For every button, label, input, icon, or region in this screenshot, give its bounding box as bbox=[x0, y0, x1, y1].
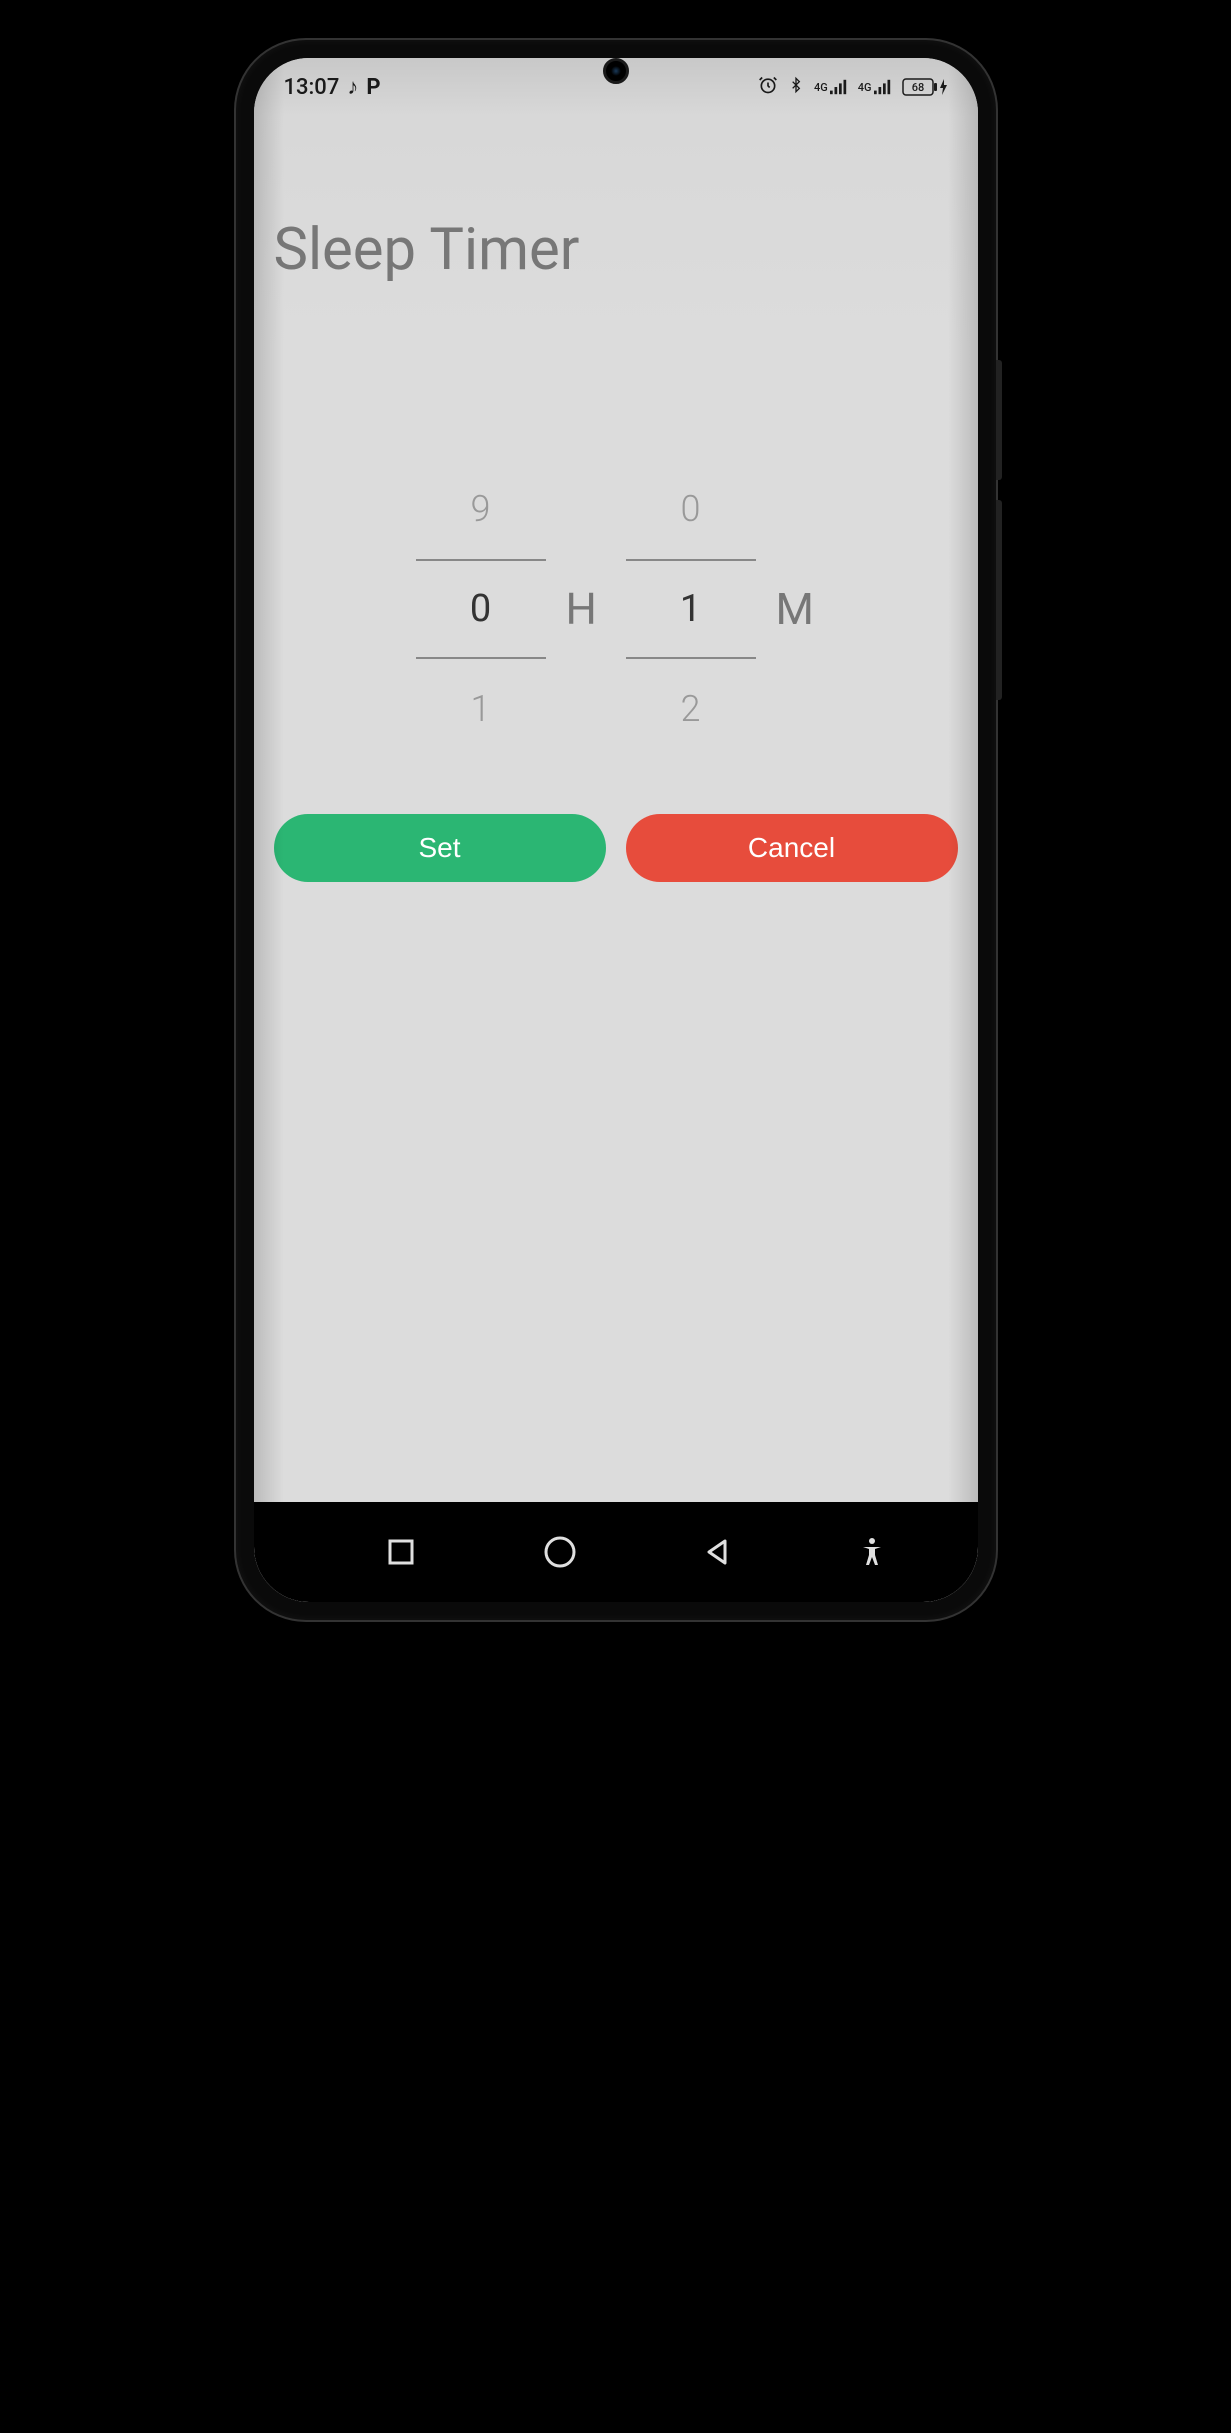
nav-accessibility-button[interactable] bbox=[859, 1537, 885, 1567]
battery-icon: 68 bbox=[902, 78, 948, 96]
nav-back-button[interactable] bbox=[703, 1537, 733, 1567]
side-button bbox=[996, 360, 1002, 480]
alarm-icon bbox=[758, 75, 778, 100]
side-button bbox=[996, 500, 1002, 700]
bluetooth-icon bbox=[788, 75, 804, 100]
status-left: 13:07 ♪ P bbox=[284, 74, 381, 100]
hours-picker[interactable]: 9 0 1 bbox=[416, 474, 546, 744]
minutes-prev: 0 bbox=[626, 474, 756, 544]
network-4g-2: 4G bbox=[858, 79, 892, 95]
set-button[interactable]: Set bbox=[274, 814, 606, 882]
content: 9 0 1 H 0 1 2 M Set bbox=[254, 344, 978, 1502]
time-picker: 9 0 1 H 0 1 2 M bbox=[274, 474, 958, 744]
nav-recents-button[interactable] bbox=[386, 1537, 416, 1567]
camera-notch bbox=[603, 58, 629, 84]
minutes-unit: M bbox=[776, 583, 816, 635]
minutes-picker[interactable]: 0 1 2 bbox=[626, 474, 756, 744]
phone-screen: 13:07 ♪ P 4G bbox=[254, 58, 978, 1602]
page-title: Sleep Timer bbox=[274, 216, 958, 284]
button-row: Set Cancel bbox=[274, 814, 958, 882]
app-icon: P bbox=[366, 75, 380, 100]
hours-column: 9 0 1 H bbox=[416, 474, 606, 744]
hours-unit: H bbox=[566, 583, 606, 635]
status-time: 13:07 bbox=[284, 75, 340, 100]
nav-bar bbox=[254, 1502, 978, 1602]
hours-next: 1 bbox=[416, 674, 546, 744]
minutes-current: 1 bbox=[626, 559, 756, 659]
svg-text:68: 68 bbox=[911, 81, 924, 94]
hours-prev: 9 bbox=[416, 474, 546, 544]
status-right: 4G 4G bbox=[758, 75, 948, 100]
phone-frame: 13:07 ♪ P 4G bbox=[236, 40, 996, 1620]
minutes-column: 0 1 2 M bbox=[626, 474, 816, 744]
minutes-next: 2 bbox=[626, 674, 756, 744]
hours-current: 0 bbox=[416, 559, 546, 659]
header: Sleep Timer bbox=[254, 116, 978, 344]
network-4g-1: 4G bbox=[814, 79, 848, 95]
music-icon: ♪ bbox=[347, 74, 358, 100]
nav-home-button[interactable] bbox=[542, 1534, 578, 1570]
cancel-button[interactable]: Cancel bbox=[626, 814, 958, 882]
